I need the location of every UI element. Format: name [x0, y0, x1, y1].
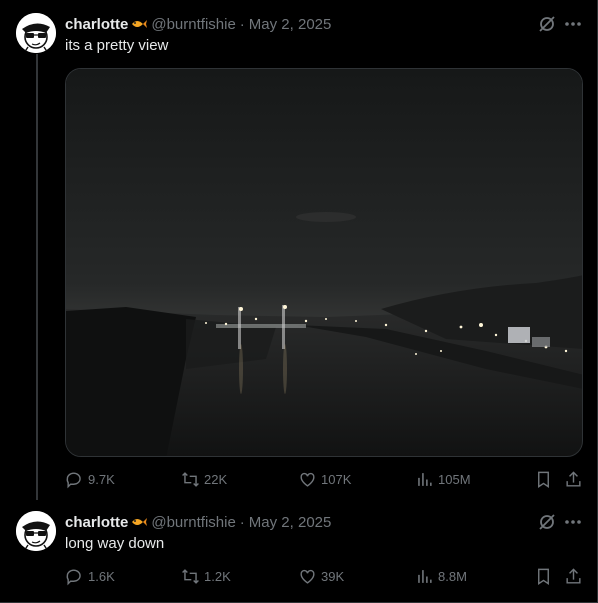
header-separator: ·: [239, 513, 245, 531]
like-button[interactable]: 107K: [298, 469, 351, 489]
bookmark-button[interactable]: [534, 469, 553, 489]
display-name[interactable]: charlotte: [65, 514, 128, 531]
grok-icon[interactable]: [537, 14, 557, 34]
like-icon: [300, 472, 315, 487]
retweet-icon: [182, 471, 199, 487]
tweet-date[interactable]: May 2, 2025: [249, 514, 332, 531]
views-button[interactable]: 105M: [415, 469, 471, 489]
reply-count: 9.7K: [88, 471, 115, 487]
reply-icon: [66, 568, 81, 585]
like-count: 107K: [321, 471, 352, 487]
user-handle[interactable]: @burntfishie: [151, 16, 235, 33]
tweet-actions: 1.6K 1.2K 39K 8.8M: [65, 566, 583, 586]
tweet-text: its a pretty view: [65, 37, 169, 54]
share-button[interactable]: [564, 566, 583, 586]
grok-icon[interactable]: [537, 512, 557, 532]
header-separator: ·: [239, 15, 245, 33]
tweet-text: long way down: [65, 535, 165, 552]
tweet-media-photo[interactable]: [65, 68, 583, 457]
like-button[interactable]: 39K: [298, 566, 344, 586]
like-count: 39K: [321, 568, 345, 584]
tweet-actions: 9.7K 22K 107K 105M: [65, 469, 583, 489]
like-icon: [300, 569, 315, 584]
more-icon[interactable]: [563, 512, 583, 532]
reply-count: 1.6K: [88, 568, 115, 584]
fish-emoji: [129, 514, 148, 530]
user-handle[interactable]: @burntfishie: [151, 514, 235, 531]
display-name[interactable]: charlotte: [65, 16, 128, 33]
views-button[interactable]: 8.8M: [415, 566, 467, 586]
views-count: 8.8M: [438, 568, 467, 584]
thread-connector-line: [36, 54, 38, 514]
views-icon: [418, 569, 432, 583]
views-icon: [418, 472, 432, 486]
retweet-button[interactable]: 22K: [181, 469, 227, 489]
tweet-date[interactable]: May 2, 2025: [249, 16, 332, 33]
avatar[interactable]: [16, 511, 56, 551]
avatar[interactable]: [16, 13, 56, 53]
share-icon: [566, 567, 581, 584]
share-icon: [566, 470, 581, 487]
bookmark-icon: [538, 568, 549, 585]
fish-emoji: [129, 16, 148, 32]
night-river-photo: [66, 69, 582, 456]
tweet-2[interactable]: charlotte @burntfishie · May 2, 2025 lon…: [0, 500, 597, 602]
views-count: 105M: [438, 471, 471, 487]
share-button[interactable]: [564, 469, 583, 489]
reply-button[interactable]: 1.6K: [65, 566, 115, 586]
reply-button[interactable]: 9.7K: [65, 469, 115, 489]
retweet-count: 22K: [204, 471, 228, 487]
tweet-header: charlotte @burntfishie · May 2, 2025: [65, 14, 331, 34]
retweet-icon: [182, 568, 199, 584]
reply-icon: [66, 471, 81, 488]
tweet-header: charlotte @burntfishie · May 2, 2025: [65, 512, 331, 532]
retweet-button[interactable]: 1.2K: [181, 566, 231, 586]
bookmark-button[interactable]: [534, 566, 553, 586]
retweet-count: 1.2K: [204, 568, 231, 584]
tweet-1[interactable]: charlotte @burntfishie · May 2, 2025 its…: [0, 0, 597, 514]
more-icon[interactable]: [563, 14, 583, 34]
bookmark-icon: [538, 471, 549, 488]
